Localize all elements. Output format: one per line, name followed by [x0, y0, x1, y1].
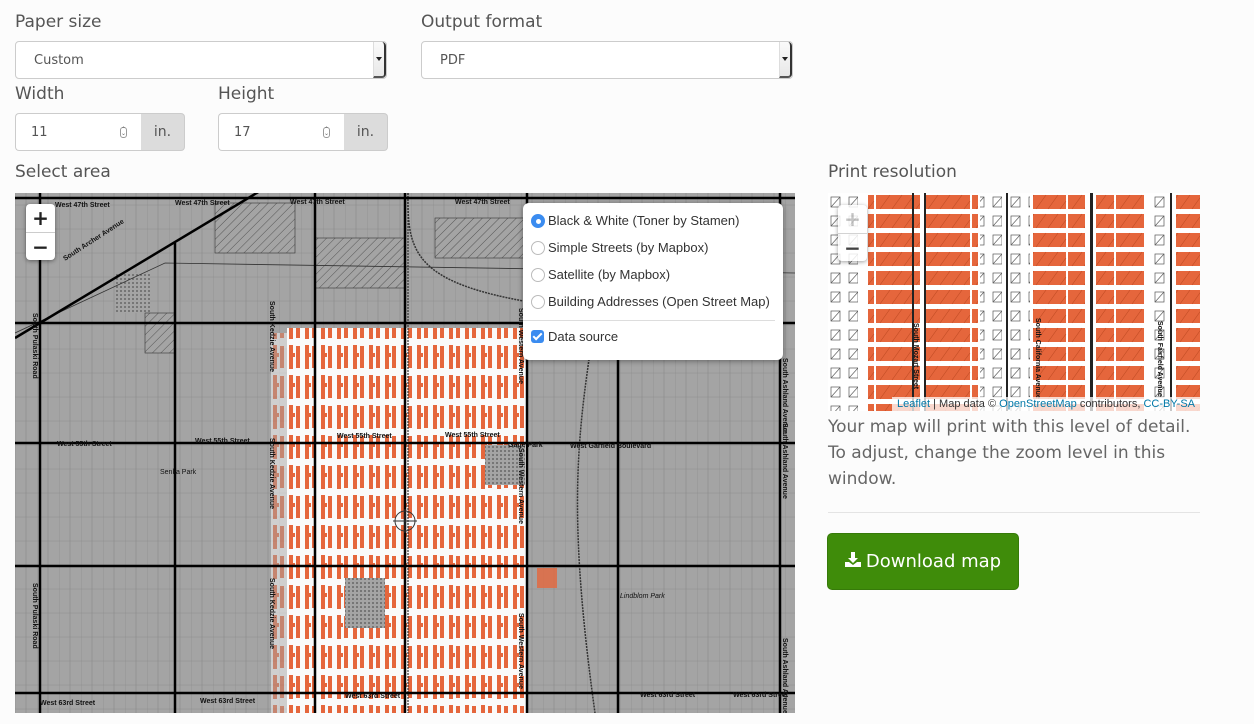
street-label: South Fairfield Avenue [1156, 321, 1163, 397]
layer-option-streets[interactable]: Simple Streets (by Mapbox) [531, 234, 783, 261]
preview-zoom-in-button[interactable]: + [838, 205, 867, 233]
height-input[interactable]: 17 ⌃ ⌄ [218, 113, 344, 151]
street-label: South Pulaski Road [31, 583, 38, 649]
street-label: South Western Avenue [517, 448, 524, 524]
license-link[interactable]: CC-BY-SA [1143, 398, 1195, 410]
street-label: West 47th Street [175, 200, 230, 207]
street-label: West 55th Street [195, 438, 250, 445]
layer-option-toner[interactable]: Black & White (Toner by Stamen) [531, 207, 783, 234]
street-label: South California Avenue [1034, 318, 1041, 399]
street-label: South Western Avenue [517, 613, 524, 689]
height-label: Height [218, 84, 275, 104]
osm-link[interactable]: OpenStreetMap [999, 398, 1077, 410]
download-label: Download map [865, 551, 1002, 572]
street-label: South Kedzie Avenue [268, 578, 275, 649]
layer-switcher: Black & White (Toner by Stamen) Simple S… [523, 203, 783, 360]
print-resolution-description: Your map will print with this level of d… [828, 417, 1191, 489]
radio-icon[interactable] [531, 240, 545, 255]
street-label: West 63rd Street [640, 692, 696, 699]
park-label: Lindblom Park [620, 593, 665, 600]
street-label: West 55th Street [445, 432, 500, 439]
paper-size-label: Paper size [15, 12, 102, 32]
preview-tiles: South Mozart Street South California Ave… [828, 193, 1200, 411]
width-field-group: 11 ⌃ ⌄ in. [15, 113, 185, 151]
attribution-text: | Map data © [930, 398, 1000, 410]
layer-label: Satellite (by Mapbox) [548, 267, 671, 282]
height-unit: in. [344, 113, 388, 151]
layer-option-addresses[interactable]: Building Addresses (Open Street Map) [531, 288, 783, 315]
street-label: South Mozart Street [912, 323, 919, 390]
chevron-down-icon [373, 42, 386, 78]
radio-icon[interactable] [531, 294, 545, 309]
park-label: Senka Park [160, 469, 197, 476]
height-field-group: 17 ⌃ ⌄ in. [218, 113, 388, 151]
street-label: West 63rd Street [200, 698, 256, 705]
attribution-text: contributors, [1076, 398, 1144, 410]
spinner-icon[interactable]: ⌃ ⌄ [323, 127, 330, 138]
radio-icon[interactable] [531, 267, 545, 282]
street-label: West 47th Street [55, 202, 110, 209]
leaflet-link[interactable]: Leaflet [897, 398, 930, 410]
radio-selected-icon[interactable] [531, 213, 545, 228]
select-area-label: Select area [15, 162, 111, 182]
street-label: West 47th Street [455, 199, 510, 206]
layer-option-satellite[interactable]: Satellite (by Mapbox) [531, 261, 783, 288]
street-label: Gage Park [508, 442, 543, 449]
spinner-icon[interactable]: ⌃ ⌄ [120, 127, 127, 138]
street-label: West 63rd Street [733, 692, 789, 699]
output-format-select[interactable]: PDF [421, 41, 793, 79]
street-label: West 55th Street [57, 441, 112, 448]
layer-label: Building Addresses (Open Street Map) [548, 294, 770, 309]
width-label: Width [15, 84, 65, 104]
download-map-button[interactable]: Download map [827, 533, 1019, 590]
zoom-out-button[interactable]: − [26, 232, 55, 260]
width-input[interactable]: 11 ⌃ ⌄ [15, 113, 141, 151]
zoom-in-button[interactable]: + [26, 204, 55, 232]
street-label: West 63rd Street [40, 700, 96, 707]
checkbox-checked-icon[interactable] [531, 330, 544, 343]
street-label: South Kedzie Avenue [268, 301, 275, 372]
output-format-label: Output format [421, 12, 543, 32]
download-icon [844, 551, 861, 572]
zoom-control: + − [26, 204, 55, 260]
street-label: South Pulaski Road [31, 313, 38, 379]
street-label: South Kedzie Avenue [268, 438, 275, 509]
output-format-value: PDF [440, 52, 466, 68]
street-label: West 63rd Street [345, 693, 401, 700]
street-label: South Ashland Avenue [781, 423, 788, 499]
select-area-map[interactable]: West 47th Street West 47th Street West 4… [15, 193, 795, 713]
layer-divider [523, 320, 775, 321]
width-unit: in. [141, 113, 185, 151]
chevron-down-icon [779, 42, 792, 78]
paper-size-select[interactable]: Custom [15, 41, 387, 79]
width-value: 11 [31, 124, 48, 140]
street-label: West 55th Street [337, 433, 392, 440]
preview-zoom-out-button[interactable]: − [838, 233, 867, 261]
print-resolution-map[interactable]: South Mozart Street South California Ave… [828, 193, 1200, 411]
street-label: South Ashland Avenue [781, 638, 788, 713]
height-value: 17 [234, 124, 251, 140]
map-attribution: Leaflet | Map data © OpenStreetMap contr… [892, 397, 1200, 411]
street-label: West Garfield Boulevard [570, 443, 651, 450]
layer-label: Black & White (Toner by Stamen) [548, 213, 740, 228]
print-resolution-label: Print resolution [828, 162, 957, 182]
paper-size-value: Custom [34, 52, 84, 68]
overlay-option-data-source[interactable]: Data source [531, 323, 783, 350]
divider [828, 512, 1200, 513]
street-label: West 47th Street [290, 199, 345, 206]
overlay-label: Data source [548, 329, 619, 344]
preview-zoom-control: + − [838, 205, 867, 261]
layer-label: Simple Streets (by Mapbox) [548, 240, 709, 255]
